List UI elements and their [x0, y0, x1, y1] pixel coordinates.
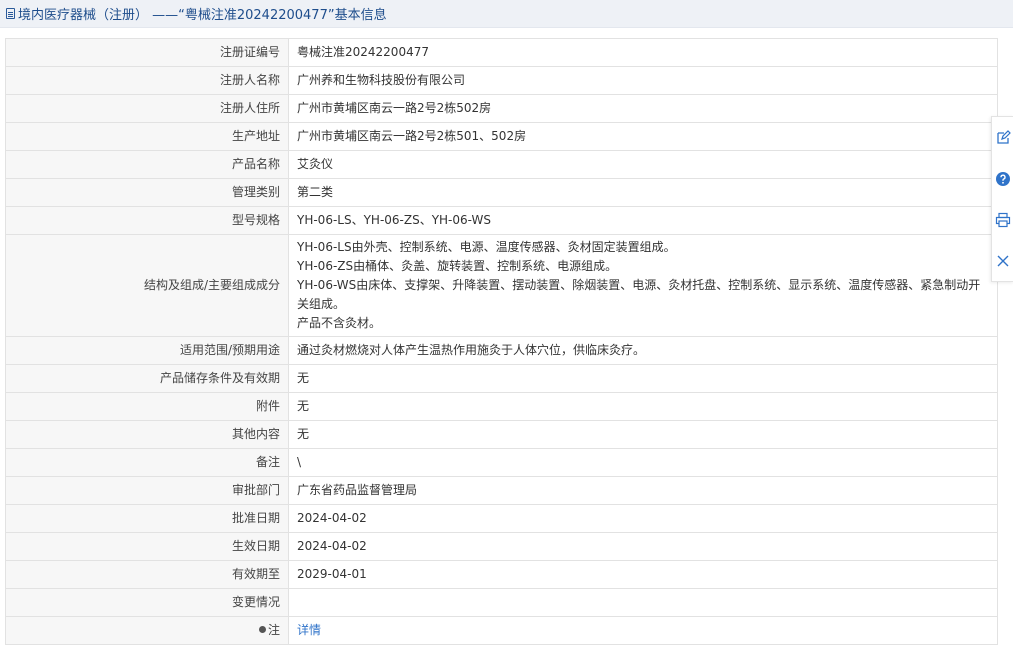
row-value: 无 — [288, 420, 998, 449]
row-label: 批准日期 — [5, 504, 289, 533]
help-button[interactable] — [992, 158, 1013, 199]
table-row: 管理类别 第二类 — [5, 178, 998, 207]
table-row: 产品名称 艾灸仪 — [5, 150, 998, 179]
row-label: 生产地址 — [5, 122, 289, 151]
edit-icon — [997, 129, 1011, 144]
row-value: 详情 — [288, 616, 998, 645]
print-icon — [995, 212, 1011, 227]
table-row: 产品储存条件及有效期 无 — [5, 364, 998, 393]
edit-button[interactable] — [992, 117, 1013, 158]
table-row: 型号规格 YH-06-LS、YH-06-ZS、YH-06-WS — [5, 206, 998, 235]
row-label: 产品储存条件及有效期 — [5, 364, 289, 393]
row-label: 结构及组成/主要组成成分 — [5, 234, 289, 337]
page-header: 境内医疗器械（注册） ——“粤械注准20242200477”基本信息 — [0, 0, 1013, 28]
row-value: 通过灸材燃烧对人体产生温热作用施灸于人体穴位，供临床灸疗。 — [288, 336, 998, 365]
row-label: 变更情况 — [5, 588, 289, 617]
table-row: 审批部门 广东省药品监督管理局 — [5, 476, 998, 505]
table-row: 其他内容 无 — [5, 420, 998, 449]
row-value: 2024-04-02 — [288, 504, 998, 533]
table-row: 注册证编号 粤械注准20242200477 — [5, 38, 998, 67]
info-table: 注册证编号 粤械注准20242200477 注册人名称 广州养和生物科技股份有限… — [5, 38, 998, 645]
page-title: 境内医疗器械（注册） ——“粤械注准20242200477”基本信息 — [18, 8, 387, 23]
help-icon — [996, 171, 1010, 186]
table-row: 注 详情 — [5, 616, 998, 645]
row-label: 注 — [267, 623, 280, 637]
row-value: 广东省药品监督管理局 — [288, 476, 998, 505]
composition-line: YH-06-ZS由桶体、灸盖、旋转装置、控制系统、电源组成。 — [297, 259, 618, 273]
pin-icon — [258, 626, 266, 633]
row-value: YH-06-LS、YH-06-ZS、YH-06-WS — [288, 206, 998, 235]
table-row: 生产地址 广州市黄埔区南云一路2号2栋501、502房 — [5, 122, 998, 151]
row-label: 型号规格 — [5, 206, 289, 235]
row-label: 其他内容 — [5, 420, 289, 449]
composition-line: YH-06-WS由床体、支撑架、升降装置、摆动装置、除烟装置、电源、灸材托盘、控… — [297, 278, 981, 311]
close-icon — [997, 255, 1009, 266]
row-value: 无 — [288, 392, 998, 421]
note-label: 注 — [5, 616, 289, 645]
row-label: 有效期至 — [5, 560, 289, 589]
row-label: 适用范围/预期用途 — [5, 336, 289, 365]
table-row: 有效期至 2029-04-01 — [5, 560, 998, 589]
table-row: 备注 \ — [5, 448, 998, 477]
table-row: 批准日期 2024-04-02 — [5, 504, 998, 533]
close-button[interactable] — [992, 240, 1013, 281]
composition-line: YH-06-LS由外壳、控制系统、电源、温度传感器、灸材固定装置组成。 — [297, 240, 676, 254]
table-row: 注册人名称 广州养和生物科技股份有限公司 — [5, 66, 998, 95]
side-toolbar — [991, 116, 1013, 282]
table-row: 结构及组成/主要组成成分 YH-06-LS由外壳、控制系统、电源、温度传感器、灸… — [5, 234, 998, 337]
table-row: 注册人住所 广州市黄埔区南云一路2号2栋502房 — [5, 94, 998, 123]
row-value — [288, 588, 998, 617]
row-label: 审批部门 — [5, 476, 289, 505]
document-icon — [6, 8, 15, 19]
table-row: 变更情况 — [5, 588, 998, 617]
row-label: 备注 — [5, 448, 289, 477]
row-value: 广州市黄埔区南云一路2号2栋501、502房 — [288, 122, 998, 151]
table-row: 适用范围/预期用途 通过灸材燃烧对人体产生温热作用施灸于人体穴位，供临床灸疗。 — [5, 336, 998, 365]
row-label: 注册人名称 — [5, 66, 289, 95]
composition-line: 产品不含灸材。 — [297, 316, 382, 330]
print-button[interactable] — [992, 199, 1013, 240]
row-value: 粤械注准20242200477 — [288, 38, 998, 67]
row-value: YH-06-LS由外壳、控制系统、电源、温度传感器、灸材固定装置组成。 YH-0… — [288, 234, 998, 337]
row-label: 附件 — [5, 392, 289, 421]
row-value: 无 — [288, 364, 998, 393]
table-row: 附件 无 — [5, 392, 998, 421]
row-value: 艾灸仪 — [288, 150, 998, 179]
table-row: 生效日期 2024-04-02 — [5, 532, 998, 561]
row-label: 注册证编号 — [5, 38, 289, 67]
row-value: \ — [288, 448, 998, 477]
row-label: 生效日期 — [5, 532, 289, 561]
row-value: 广州养和生物科技股份有限公司 — [288, 66, 998, 95]
row-value: 2029-04-01 — [288, 560, 998, 589]
row-value: 第二类 — [288, 178, 998, 207]
details-link[interactable]: 详情 — [297, 623, 321, 637]
row-label: 产品名称 — [5, 150, 289, 179]
row-value: 2024-04-02 — [288, 532, 998, 561]
row-value: 广州市黄埔区南云一路2号2栋502房 — [288, 94, 998, 123]
row-label: 注册人住所 — [5, 94, 289, 123]
row-label: 管理类别 — [5, 178, 289, 207]
